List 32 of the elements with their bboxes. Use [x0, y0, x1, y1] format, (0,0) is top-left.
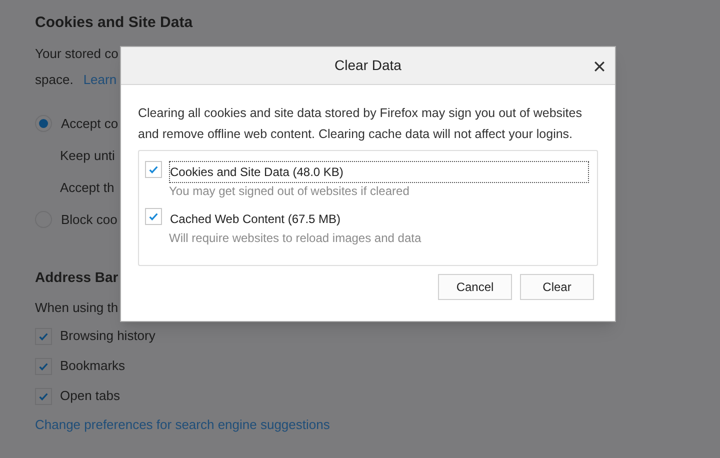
checkbox[interactable]	[145, 208, 162, 225]
checkbox-label: Bookmarks	[60, 357, 126, 376]
checkbox-label: Browsing history	[60, 327, 156, 346]
section-heading: Cookies and Site Data	[35, 13, 193, 33]
section-heading: Address Bar	[35, 268, 118, 286]
option-label: Accept th	[60, 178, 114, 197]
dialog-message: Clearing all cookies and site data stored by Firefox may sign you out of websites and remove offline web content. Clearing cache data will not affect your logins.	[138, 105, 583, 143]
option-label: Cookies and Site Data (48.0 KB)	[169, 161, 589, 183]
check-icon	[38, 390, 49, 402]
radio-label: Block coo	[61, 210, 118, 229]
checkbox[interactable]	[145, 161, 162, 178]
check-icon	[148, 211, 159, 222]
checkbox[interactable]	[35, 328, 52, 344]
option-label: Keep unti	[60, 146, 115, 165]
dialog-title: Clear Data	[334, 56, 402, 75]
option-note: You may get signed out of websites if cleared	[169, 183, 410, 199]
check-icon	[148, 164, 159, 175]
check-icon	[38, 360, 49, 372]
checkbox[interactable]	[35, 388, 52, 404]
check-icon	[38, 330, 49, 342]
checkbox[interactable]	[35, 358, 52, 374]
description-text: space.	[35, 71, 74, 89]
radio-label: Accept co	[61, 114, 118, 133]
dialog-button[interactable]: Cancel	[438, 274, 512, 300]
radio-button[interactable]	[35, 115, 52, 132]
close-icon	[594, 60, 604, 72]
dialog-button[interactable]: Clear	[520, 274, 594, 300]
option-label: Cached Web Content (67.5 MB)	[169, 211, 342, 228]
option-note: Will require websites to reload images and data	[169, 230, 422, 246]
description-text: When using th	[35, 298, 118, 317]
checkbox-label: Open tabs	[60, 387, 120, 406]
description-text: Your stored co	[35, 44, 118, 62]
